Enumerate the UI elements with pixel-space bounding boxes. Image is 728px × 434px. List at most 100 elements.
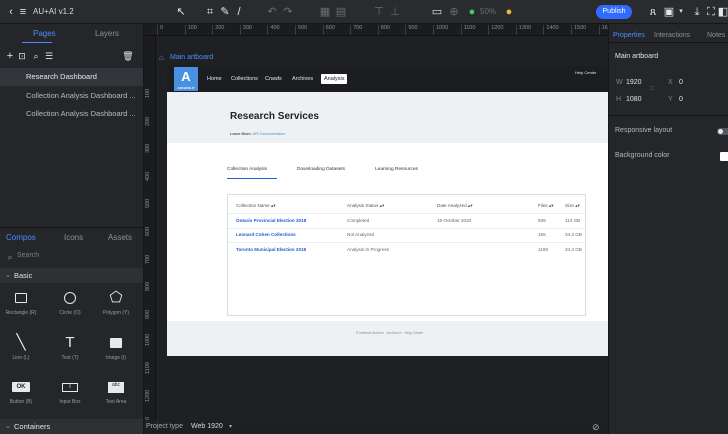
tab-downloading-datasets[interactable]: Downloading Datasets bbox=[297, 167, 345, 172]
list-view-icon[interactable]: ☰ bbox=[42, 49, 56, 63]
component-label: Input Box bbox=[59, 399, 81, 405]
table-header[interactable]: Date Analyzed ▴▾ bbox=[437, 203, 473, 209]
pointer-tool-icon[interactable]: ↖ bbox=[174, 5, 188, 19]
tab-compos[interactable]: Compos bbox=[6, 230, 36, 246]
line-icon: ╲ bbox=[16, 334, 26, 351]
settings-icon[interactable]: ⊘ bbox=[592, 420, 600, 434]
ruler-tick-label: 0 bbox=[157, 25, 163, 35]
publish-button[interactable]: Publish bbox=[596, 5, 632, 19]
link-ratio-icon[interactable]: ⊃ bbox=[649, 84, 655, 92]
height-input[interactable]: 1080 bbox=[626, 96, 642, 103]
component-text[interactable]: T Text (T) bbox=[50, 332, 90, 361]
redo-icon[interactable]: ↷ bbox=[281, 5, 295, 19]
table-header[interactable]: Analysis Status ▴▾ bbox=[347, 203, 384, 209]
share-icon[interactable]: ⊕ bbox=[447, 5, 461, 19]
undo-icon[interactable]: ↶ bbox=[265, 5, 279, 19]
help-center-link[interactable]: Help Center bbox=[575, 68, 596, 78]
tab-underline bbox=[22, 42, 52, 43]
section-basic-label: Basic bbox=[14, 271, 33, 280]
export-icon[interactable]: ⤓ bbox=[690, 5, 704, 19]
table-header[interactable]: Collection Name ▴▾ bbox=[236, 203, 276, 209]
divider bbox=[609, 115, 728, 116]
page-item[interactable]: Collection Analysis Dashboard ... bbox=[0, 105, 143, 123]
textarea-icon: abc bbox=[96, 376, 136, 398]
component-rectangle[interactable]: Rectangle (R) bbox=[1, 287, 41, 316]
distribute-icon[interactable]: ⊥ bbox=[388, 5, 402, 19]
section-basic-header[interactable]: ⌄ Basic bbox=[0, 268, 143, 283]
tab-icons[interactable]: Icons bbox=[64, 230, 83, 246]
component-input[interactable]: I Input Box bbox=[50, 376, 90, 405]
tab-properties[interactable]: Properties bbox=[613, 32, 645, 39]
nav-crawls[interactable]: Crawls bbox=[265, 74, 282, 84]
component-circle[interactable]: Circle (O) bbox=[50, 287, 90, 316]
tab-layers[interactable]: Layers bbox=[95, 26, 119, 42]
add-folder-icon[interactable]: ⊡ bbox=[15, 49, 29, 63]
page-item[interactable]: Research Dashboard bbox=[0, 68, 143, 86]
table-header[interactable]: Files ▴▾ bbox=[538, 203, 554, 209]
collection-name-link[interactable]: Toronto Municipal Election 2018 bbox=[236, 247, 306, 252]
tab-assets[interactable]: Assets bbox=[108, 230, 132, 246]
nav-analysis[interactable]: Analysis bbox=[321, 74, 348, 84]
pen-tool-icon[interactable]: ✎ bbox=[218, 5, 232, 19]
ruler-tick-label: 200 bbox=[145, 116, 151, 126]
ruler-tick-label: 1100 bbox=[145, 362, 151, 374]
ruler-tick-label: 900 bbox=[145, 309, 151, 319]
component-image[interactable]: Image (I) bbox=[96, 332, 136, 361]
tab-interactions[interactable]: Interactions bbox=[654, 32, 690, 39]
component-button[interactable]: OK Button (B) bbox=[1, 376, 41, 405]
learn-more-label: Learn More: bbox=[230, 132, 252, 136]
size-value: 113 GB bbox=[565, 218, 581, 223]
responsive-layout-toggle[interactable] bbox=[717, 128, 728, 135]
sun-icon[interactable]: ● bbox=[502, 5, 516, 19]
pencil-tool-icon[interactable]: / bbox=[232, 5, 246, 19]
page-item[interactable]: Collection Analysis Dashboard ... bbox=[0, 87, 143, 105]
nav-home[interactable]: Home bbox=[207, 74, 222, 84]
table-header[interactable]: Size ▴▾ bbox=[565, 203, 580, 209]
artboard-label[interactable]: Main artboard bbox=[170, 54, 213, 61]
tab-pages[interactable]: Pages bbox=[33, 26, 56, 42]
collaborators-icon[interactable]: ጸ bbox=[646, 5, 660, 19]
collection-name-link[interactable]: Leonard Cohen Collections bbox=[236, 232, 296, 237]
section-containers-label: Containers bbox=[14, 422, 51, 431]
artboard[interactable]: A ARCHIVE-IT Home Collections Crawls Arch… bbox=[167, 66, 612, 356]
nav-collections[interactable]: Collections bbox=[231, 74, 258, 84]
files-count: 1108 bbox=[538, 247, 548, 252]
divider bbox=[609, 42, 728, 43]
tab-collection-analysis[interactable]: Collection Analysis bbox=[227, 167, 267, 172]
chevron-down-icon[interactable]: ▾ bbox=[229, 420, 232, 434]
align-icon[interactable]: ⊤ bbox=[372, 5, 386, 19]
component-label: Line (L) bbox=[12, 355, 30, 361]
nav-archives[interactable]: Archives bbox=[292, 74, 313, 84]
component-line[interactable]: ╲ Line (L) bbox=[1, 332, 41, 361]
section-containers-header[interactable]: ⌄ Containers bbox=[0, 419, 143, 434]
y-input[interactable]: 0 bbox=[679, 96, 683, 103]
width-input[interactable]: 1920 bbox=[626, 79, 642, 86]
preview-icon[interactable]: ▭ bbox=[430, 5, 444, 19]
collection-name-link[interactable]: Ontario Provincial Election 2018 bbox=[236, 218, 306, 223]
project-type-select[interactable]: Web 1920 bbox=[191, 420, 223, 434]
artboard-tool-icon[interactable]: ⌗ bbox=[203, 5, 217, 19]
panel-toggle-icon[interactable]: ◧ bbox=[716, 5, 728, 19]
project-name[interactable]: AU+AI v1.2 bbox=[33, 0, 74, 24]
design-canvas[interactable]: ⌂ Main artboard A ARCHIVE-IT Home Collect… bbox=[156, 36, 612, 420]
artboard-name[interactable]: Main artboard bbox=[615, 53, 658, 60]
zoom-level[interactable]: 50% bbox=[480, 0, 496, 24]
footer-text: © Internet Archive · Archive-It · Help C… bbox=[355, 331, 424, 335]
documentation-link[interactable]: ARI Documentation bbox=[253, 132, 286, 136]
chevron-down-icon: ⌄ bbox=[5, 423, 11, 430]
component-label: Text (T) bbox=[61, 355, 79, 361]
component-textarea[interactable]: abc Text Area bbox=[96, 376, 136, 405]
tab-learning-resources[interactable]: Learning Resources bbox=[375, 167, 418, 172]
chevron-down-icon[interactable]: ▾ bbox=[674, 5, 688, 19]
page-title: Research Services bbox=[230, 111, 319, 122]
ungroup-icon[interactable]: ▤ bbox=[334, 5, 348, 19]
x-input[interactable]: 0 bbox=[679, 79, 683, 86]
component-search-input[interactable]: Search bbox=[17, 252, 39, 259]
search-icon[interactable]: ⌕ bbox=[29, 49, 43, 63]
group-icon[interactable]: ▦ bbox=[318, 5, 332, 19]
background-color-swatch[interactable] bbox=[720, 152, 728, 161]
component-polygon[interactable]: ⬠ Polygon (Y) bbox=[96, 287, 136, 316]
menu-icon[interactable]: ≡ bbox=[16, 5, 30, 19]
tab-notes[interactable]: Notes bbox=[707, 32, 725, 39]
trash-icon[interactable]: 🗑 bbox=[121, 49, 135, 63]
